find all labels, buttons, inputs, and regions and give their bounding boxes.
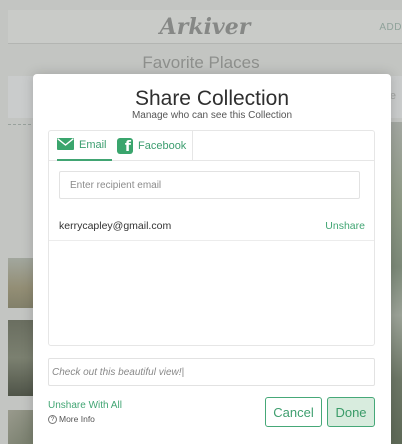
modal-title: Share Collection — [134, 87, 290, 110]
tab-email-label: Email — [79, 139, 107, 151]
modal-subtitle: Manage who can see this Collection — [131, 110, 293, 121]
envelope-icon — [57, 137, 74, 153]
share-tabs: Email f Facebook — [49, 131, 374, 161]
facebook-icon: f — [117, 138, 133, 155]
share-panel: Email f Facebook kerrycapley@gmail.com U… — [48, 130, 375, 346]
unshare-button[interactable]: Unshare — [325, 220, 365, 232]
tab-facebook-label: Facebook — [138, 140, 187, 152]
recipient-email-input[interactable] — [59, 171, 360, 199]
cancel-button[interactable]: Cancel — [265, 397, 322, 427]
collection-title: Favorite Places — [142, 53, 260, 72]
photo-thumbnail[interactable] — [8, 320, 33, 396]
tab-email[interactable]: Email — [57, 131, 112, 161]
tab-facebook[interactable]: f Facebook — [113, 131, 193, 161]
recipient-row: kerrycapley@gmail.com Unshare — [49, 209, 374, 241]
help-icon: ? — [48, 414, 57, 424]
dashed-divider — [8, 124, 36, 125]
app-header: Arkiver ADD — [8, 10, 402, 44]
add-link[interactable]: ADD — [379, 22, 402, 33]
share-collection-modal: Share Collection Manage who can see this… — [33, 74, 391, 444]
app-logo: Arkiver — [159, 14, 251, 40]
recipient-email: kerrycapley@gmail.com — [59, 220, 172, 232]
more-info-link[interactable]: ? More Info — [48, 414, 95, 424]
more-info-label: More Info — [59, 414, 95, 424]
done-button[interactable]: Done — [327, 397, 375, 427]
share-message-input[interactable] — [48, 358, 375, 386]
unshare-all-link[interactable]: Unshare With All — [48, 400, 122, 411]
photo-thumbnail[interactable] — [8, 258, 33, 308]
